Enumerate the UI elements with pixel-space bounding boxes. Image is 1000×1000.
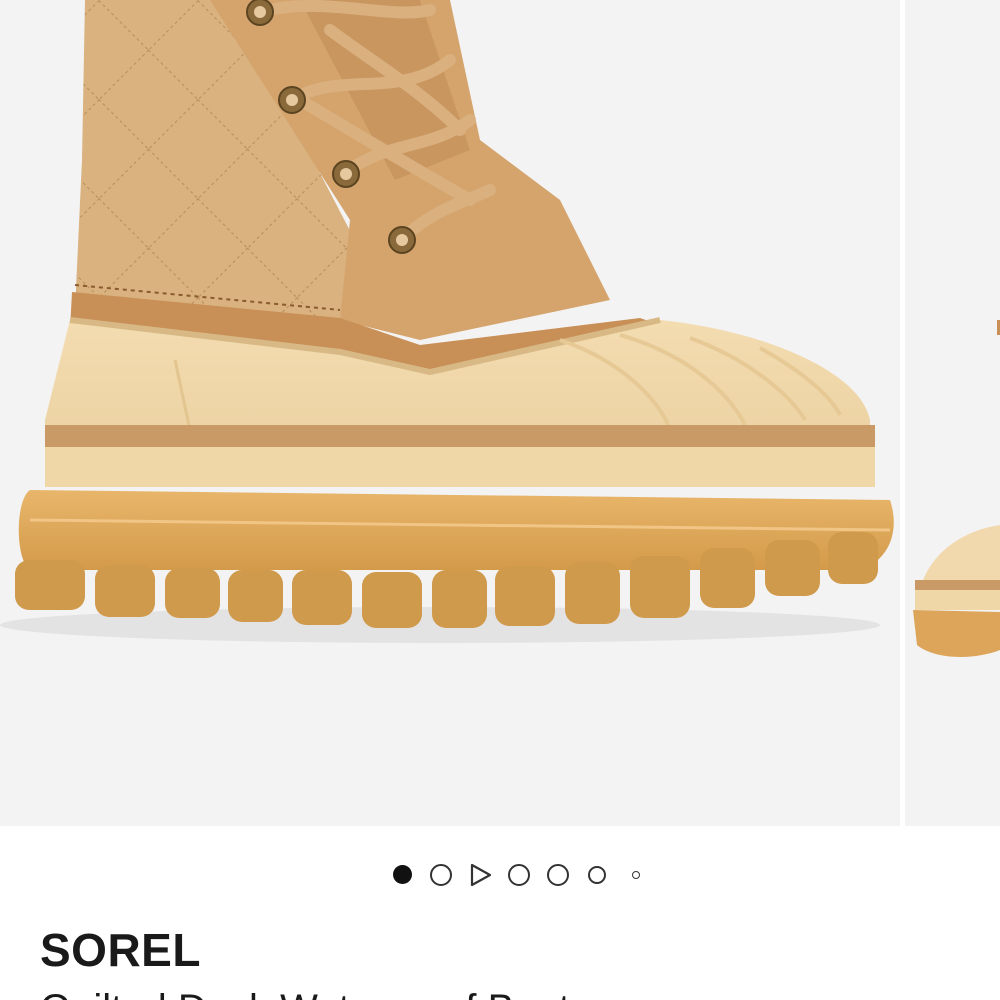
product-image-main[interactable] [0, 0, 900, 826]
product-image-carousel[interactable] [0, 0, 1000, 826]
pagination-dot-6[interactable] [588, 866, 606, 884]
play-video-icon[interactable] [469, 862, 493, 888]
pagination-dot-7[interactable] [632, 871, 640, 879]
boot-image-next [905, 0, 1000, 826]
pagination-dot-2[interactable] [430, 864, 452, 886]
product-name: Quilted Duck Waterproof Boot [40, 984, 570, 1000]
pagination-dot-4[interactable] [508, 864, 530, 886]
pagination-dot-5[interactable] [547, 864, 569, 886]
pagination-dot-1-active[interactable] [393, 865, 412, 884]
carousel-pagination [0, 858, 1000, 890]
product-page: SOREL Quilted Duck Waterproof Boot [0, 0, 1000, 1000]
product-brand[interactable]: SOREL [40, 922, 201, 978]
boot-image [0, 0, 900, 826]
product-image-next[interactable] [905, 0, 1000, 826]
